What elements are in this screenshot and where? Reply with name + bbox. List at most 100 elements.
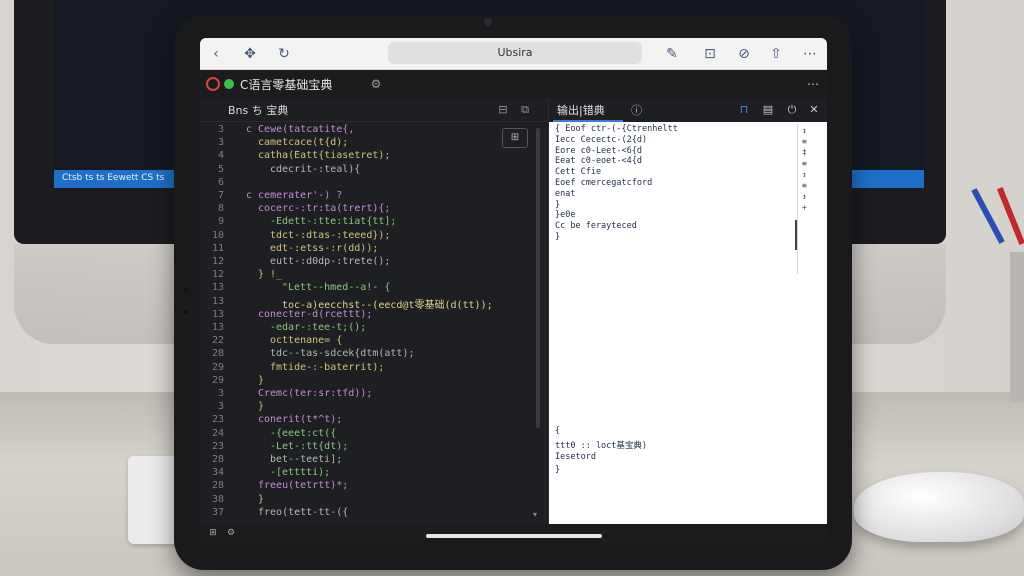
code-text: c cemerater'-) ?	[246, 190, 343, 201]
line-number: 28	[211, 480, 224, 492]
code-text: cocerc-:tr:ta(trert){;	[258, 203, 391, 215]
side-tool-icon[interactable]: ≡	[802, 181, 814, 192]
line-number: 3	[217, 401, 224, 413]
output-line: {	[555, 426, 561, 436]
code-line: 28 tdc--tas-sdcek{dtm(att);	[200, 348, 540, 361]
app-header: C语言零基础宝典 ⚙ ⋯	[200, 70, 827, 98]
grid-icon[interactable]: ⊞	[206, 526, 220, 540]
tablet-side-dot	[184, 310, 188, 314]
code-text: eutt-:d0dp-:trete();	[270, 256, 391, 267]
list-icon[interactable]: ▤	[759, 101, 777, 119]
compass-icon[interactable]: ⊘	[734, 44, 754, 64]
scroll-down-icon[interactable]: ▾	[533, 510, 543, 520]
split-icon[interactable]: ⧉	[516, 101, 534, 119]
output-line: ttt0 :: loct基宝典)	[555, 441, 648, 451]
code-line: 13 conecter-d(rcettt);	[200, 309, 540, 322]
output-line: }	[555, 232, 561, 242]
output-line: Eoef cmercegatcford	[555, 178, 653, 188]
more-icon[interactable]: ⋯	[800, 44, 820, 64]
code-line: 13 "Lett--hmed--a!- {	[200, 282, 540, 295]
move-icon[interactable]: ✥	[240, 44, 260, 64]
code-line: 24 -{eeet:ct({	[200, 428, 540, 441]
line-number: 7	[217, 190, 224, 201]
editor-scrollbar[interactable]	[536, 128, 540, 428]
output-line: enat	[555, 188, 576, 199]
side-tool-icon[interactable]: ≡	[802, 159, 814, 170]
code-line: 12 } !_	[200, 269, 540, 282]
side-tool-icon[interactable]: ↕	[802, 192, 814, 203]
format-button[interactable]: ⊞	[502, 128, 528, 148]
power-icon[interactable]: ⏻	[783, 101, 801, 119]
share-icon[interactable]: ⇧	[766, 44, 786, 64]
save-icon[interactable]: ⊟	[494, 101, 512, 119]
line-number: 13	[211, 295, 224, 307]
code-area[interactable]: 3 c Cewe(tatcatite{, 3 cametcace(t{d); 4 cath…	[200, 124, 540, 522]
side-tool-icon[interactable]: ‡	[802, 148, 814, 159]
line-number: 10	[211, 229, 224, 241]
line-number: 34	[211, 467, 224, 479]
refresh-icon[interactable]: ↻	[274, 44, 294, 64]
code-line: 13 -edar-:tee-t;();	[200, 322, 540, 335]
side-tool-icon[interactable]: ↕	[802, 126, 814, 137]
code-line: 12 eutt-:d0dp-:trete();	[200, 256, 540, 269]
line-number: 37	[211, 506, 224, 518]
line-number: 3	[217, 124, 224, 135]
code-line: 11 edt-:etss-:r(dd));	[200, 243, 540, 256]
app-title: C语言零基础宝典	[240, 78, 333, 92]
code-line: 7 c cemerater'-) ?	[200, 190, 540, 203]
address-bar[interactable]: Ubsira	[388, 42, 642, 64]
line-number: 8	[217, 203, 224, 215]
code-line: 3 Cremc(ter:sr:tfd));	[200, 388, 540, 401]
output-line: Iecc Cecectc-(2{d)	[555, 134, 648, 145]
pin-icon[interactable]: ⊓	[735, 101, 753, 119]
line-number: 23	[211, 440, 224, 452]
chevron-left-icon[interactable]: ‹	[206, 44, 226, 64]
code-text: }	[258, 374, 265, 386]
info-icon[interactable]: ⓘ	[631, 102, 642, 118]
output-line: Cc be ferayteced	[555, 221, 637, 232]
gear-icon[interactable]: ⚙	[364, 74, 388, 94]
output-line: Iesetord	[555, 452, 596, 462]
code-line: 23 conerit(t*^t);	[200, 414, 540, 427]
bookmark-icon[interactable]: ⊡	[700, 44, 720, 64]
output-tab[interactable]: 输出|错典	[557, 102, 605, 118]
code-line: 3 cametcace(t{d);	[200, 137, 540, 150]
code-text: } !_	[258, 269, 283, 281]
line-number: 12	[211, 269, 224, 281]
settings-icon[interactable]: ⚙	[224, 526, 238, 540]
line-number: 5	[217, 163, 224, 175]
line-number: 4	[217, 150, 224, 162]
browser-toolbar: ‹ ✥ ↻ Ubsira ✎ ⊡ ⊘ ⇧ ⋯	[200, 38, 827, 70]
code-line: 3}	[200, 401, 540, 414]
line-number: 12	[211, 256, 224, 267]
code-text: }	[258, 401, 265, 413]
line-number: 22	[211, 335, 224, 347]
menu-icon[interactable]: ⋯	[804, 74, 822, 94]
code-text: -Let-:tt{dt);	[270, 440, 349, 452]
tablet-screen: ‹ ✥ ↻ Ubsira ✎ ⊡ ⊘ ⇧ ⋯ C语言零基础宝典 ⚙ ⋯ Bns …	[200, 38, 827, 542]
side-tool-icon[interactable]: ↕	[802, 170, 814, 181]
editor-tab[interactable]: Bns ち 宝典	[228, 102, 288, 118]
code-text: -{eeet:ct({	[270, 427, 337, 439]
line-number: 3	[217, 388, 224, 399]
code-text: fmtide-:-baterrit);	[270, 361, 385, 373]
code-text: conecter-d(rcettt);	[258, 308, 373, 320]
code-line: 29}	[200, 375, 540, 388]
code-line: 28 bet--teeti];	[200, 454, 540, 467]
code-line: 3 c Cewe(tatcatite{,	[200, 124, 540, 137]
code-text: freo(tett-tt-({	[258, 506, 349, 518]
side-tool-icon[interactable]: ≡	[802, 137, 814, 148]
edit-icon[interactable]: ✎	[662, 44, 682, 64]
close-icon[interactable]: ✕	[805, 101, 823, 119]
line-number: 3	[217, 137, 224, 149]
code-text: conerit(t*^t);	[258, 414, 343, 426]
code-line: 5 cdecrit-:teal){	[200, 164, 540, 177]
output-console[interactable]: ↕ ≡ ‡ ≡ ↕ ≡ ↕ + { Eoof ctr-(-{Ctrenheltt Iecc C…	[549, 122, 827, 524]
text-caret	[795, 220, 797, 250]
mouse	[854, 472, 1024, 542]
side-tool-icon[interactable]: +	[802, 203, 814, 214]
code-line: 22 octtenane= {	[200, 335, 540, 348]
home-indicator[interactable]	[426, 534, 602, 538]
tablet-camera	[484, 18, 492, 26]
code-text: tdc--tas-sdcek{dtm(att);	[270, 348, 415, 360]
